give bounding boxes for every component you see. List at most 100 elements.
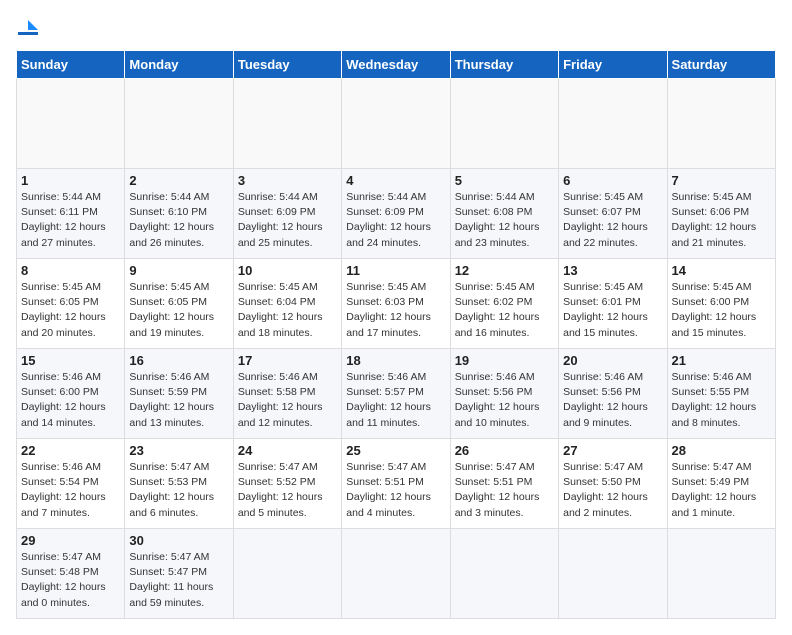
calendar-cell: [450, 529, 558, 619]
day-number: 3: [238, 173, 337, 188]
logo-arrow-icon: [18, 16, 40, 38]
calendar-cell: 4 Sunrise: 5:44 AMSunset: 6:09 PMDaylight…: [342, 169, 450, 259]
day-detail: Sunrise: 5:45 AMSunset: 6:06 PMDaylight:…: [672, 190, 771, 251]
calendar-cell: 26Sunrise: 5:47 AMSunset: 5:51 PMDayligh…: [450, 439, 558, 529]
calendar-cell: [17, 79, 125, 169]
day-number: 25: [346, 443, 445, 458]
col-header-sunday: Sunday: [17, 51, 125, 79]
calendar-cell: [667, 529, 775, 619]
calendar-cell: 13 Sunrise: 5:45 AMSunset: 6:01 PMDayligh…: [559, 259, 667, 349]
day-detail: Sunrise: 5:45 AMSunset: 6:05 PMDaylight:…: [129, 280, 228, 341]
day-number: 1: [21, 173, 120, 188]
day-number: 16: [129, 353, 228, 368]
day-detail: Sunrise: 5:44 AMSunset: 6:09 PMDaylight:…: [238, 190, 337, 251]
day-detail: Sunrise: 5:45 AMSunset: 6:01 PMDaylight:…: [563, 280, 662, 341]
day-detail: Sunrise: 5:44 AMSunset: 6:11 PMDaylight:…: [21, 190, 120, 251]
day-number: 12: [455, 263, 554, 278]
col-header-saturday: Saturday: [667, 51, 775, 79]
day-detail: Sunrise: 5:45 AMSunset: 6:04 PMDaylight:…: [238, 280, 337, 341]
day-detail: Sunrise: 5:47 AMSunset: 5:49 PMDaylight:…: [672, 460, 771, 521]
day-detail: Sunrise: 5:47 AMSunset: 5:53 PMDaylight:…: [129, 460, 228, 521]
day-detail: Sunrise: 5:45 AMSunset: 6:00 PMDaylight:…: [672, 280, 771, 341]
day-detail: Sunrise: 5:47 AMSunset: 5:52 PMDaylight:…: [238, 460, 337, 521]
day-number: 2: [129, 173, 228, 188]
day-detail: Sunrise: 5:44 AMSunset: 6:10 PMDaylight:…: [129, 190, 228, 251]
calendar-cell: 5 Sunrise: 5:44 AMSunset: 6:08 PMDaylight…: [450, 169, 558, 259]
day-number: 15: [21, 353, 120, 368]
day-detail: Sunrise: 5:46 AMSunset: 5:57 PMDaylight:…: [346, 370, 445, 431]
day-number: 13: [563, 263, 662, 278]
day-number: 11: [346, 263, 445, 278]
calendar-cell: [342, 529, 450, 619]
calendar-cell: 27 Sunrise: 5:47 AMSunset: 5:50 PMDayligh…: [559, 439, 667, 529]
day-number: 19: [455, 353, 554, 368]
day-detail: Sunrise: 5:45 AMSunset: 6:02 PMDaylight:…: [455, 280, 554, 341]
day-detail: Sunrise: 5:45 AMSunset: 6:05 PMDaylight:…: [21, 280, 120, 341]
col-header-monday: Monday: [125, 51, 233, 79]
day-detail: Sunrise: 5:44 AMSunset: 6:08 PMDaylight:…: [455, 190, 554, 251]
calendar-cell: [342, 79, 450, 169]
day-number: 8: [21, 263, 120, 278]
week-row-0: [17, 79, 776, 169]
week-row-2: 8 Sunrise: 5:45 AMSunset: 6:05 PMDaylight…: [17, 259, 776, 349]
calendar-cell: 10 Sunrise: 5:45 AMSunset: 6:04 PMDayligh…: [233, 259, 341, 349]
day-detail: Sunrise: 5:46 AMSunset: 5:56 PMDaylight:…: [455, 370, 554, 431]
day-detail: Sunrise: 5:47 AMSunset: 5:51 PMDaylight:…: [455, 460, 554, 521]
day-detail: Sunrise: 5:46 AMSunset: 5:56 PMDaylight:…: [563, 370, 662, 431]
calendar-cell: 30 Sunrise: 5:47 AMSunset: 5:47 PMDayligh…: [125, 529, 233, 619]
day-number: 30: [129, 533, 228, 548]
col-header-wednesday: Wednesday: [342, 51, 450, 79]
calendar-cell: 14 Sunrise: 5:45 AMSunset: 6:00 PMDayligh…: [667, 259, 775, 349]
calendar-cell: 19 Sunrise: 5:46 AMSunset: 5:56 PMDayligh…: [450, 349, 558, 439]
calendar-cell: 20Sunrise: 5:46 AMSunset: 5:56 PMDayligh…: [559, 349, 667, 439]
day-number: 10: [238, 263, 337, 278]
day-number: 22: [21, 443, 120, 458]
day-number: 4: [346, 173, 445, 188]
day-number: 27: [563, 443, 662, 458]
day-detail: Sunrise: 5:44 AMSunset: 6:09 PMDaylight:…: [346, 190, 445, 251]
calendar-cell: 21Sunrise: 5:46 AMSunset: 5:55 PMDayligh…: [667, 349, 775, 439]
week-row-5: 29Sunrise: 5:47 AMSunset: 5:48 PMDayligh…: [17, 529, 776, 619]
logo: [16, 16, 40, 38]
page-header: [16, 16, 776, 38]
calendar-cell: 11Sunrise: 5:45 AMSunset: 6:03 PMDayligh…: [342, 259, 450, 349]
calendar-cell: [559, 79, 667, 169]
calendar-cell: [667, 79, 775, 169]
calendar-cell: 15 Sunrise: 5:46 AMSunset: 6:00 PMDayligh…: [17, 349, 125, 439]
calendar-cell: 22 Sunrise: 5:46 AMSunset: 5:54 PMDayligh…: [17, 439, 125, 529]
day-number: 28: [672, 443, 771, 458]
col-header-friday: Friday: [559, 51, 667, 79]
col-header-tuesday: Tuesday: [233, 51, 341, 79]
day-detail: Sunrise: 5:46 AMSunset: 5:59 PMDaylight:…: [129, 370, 228, 431]
header-row: SundayMondayTuesdayWednesdayThursdayFrid…: [17, 51, 776, 79]
day-number: 9: [129, 263, 228, 278]
calendar-cell: 6 Sunrise: 5:45 AMSunset: 6:07 PMDaylight…: [559, 169, 667, 259]
day-detail: Sunrise: 5:47 AMSunset: 5:50 PMDaylight:…: [563, 460, 662, 521]
calendar-cell: 9 Sunrise: 5:45 AMSunset: 6:05 PMDaylight…: [125, 259, 233, 349]
calendar-cell: 29Sunrise: 5:47 AMSunset: 5:48 PMDayligh…: [17, 529, 125, 619]
calendar-cell: 25Sunrise: 5:47 AMSunset: 5:51 PMDayligh…: [342, 439, 450, 529]
day-detail: Sunrise: 5:45 AMSunset: 6:07 PMDaylight:…: [563, 190, 662, 251]
day-detail: Sunrise: 5:46 AMSunset: 5:54 PMDaylight:…: [21, 460, 120, 521]
day-detail: Sunrise: 5:46 AMSunset: 5:58 PMDaylight:…: [238, 370, 337, 431]
calendar-cell: [125, 79, 233, 169]
day-number: 5: [455, 173, 554, 188]
calendar-cell: 3 Sunrise: 5:44 AMSunset: 6:09 PMDaylight…: [233, 169, 341, 259]
day-number: 14: [672, 263, 771, 278]
day-number: 21: [672, 353, 771, 368]
calendar-table: SundayMondayTuesdayWednesdayThursdayFrid…: [16, 50, 776, 619]
calendar-cell: 18 Sunrise: 5:46 AMSunset: 5:57 PMDayligh…: [342, 349, 450, 439]
week-row-4: 22 Sunrise: 5:46 AMSunset: 5:54 PMDayligh…: [17, 439, 776, 529]
day-detail: Sunrise: 5:47 AMSunset: 5:47 PMDaylight:…: [129, 550, 228, 611]
day-number: 6: [563, 173, 662, 188]
day-detail: Sunrise: 5:46 AMSunset: 6:00 PMDaylight:…: [21, 370, 120, 431]
week-row-1: 1 Sunrise: 5:44 AMSunset: 6:11 PMDaylight…: [17, 169, 776, 259]
day-number: 18: [346, 353, 445, 368]
day-number: 17: [238, 353, 337, 368]
day-number: 29: [21, 533, 120, 548]
calendar-cell: [450, 79, 558, 169]
calendar-cell: 12 Sunrise: 5:45 AMSunset: 6:02 PMDayligh…: [450, 259, 558, 349]
col-header-thursday: Thursday: [450, 51, 558, 79]
calendar-cell: 23Sunrise: 5:47 AMSunset: 5:53 PMDayligh…: [125, 439, 233, 529]
calendar-cell: [559, 529, 667, 619]
